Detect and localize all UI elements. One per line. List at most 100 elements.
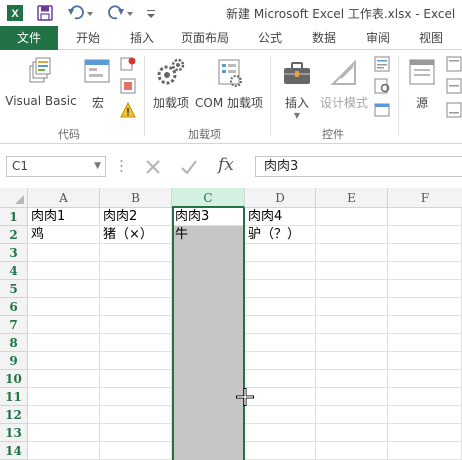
column-header-f[interactable]: F xyxy=(388,188,462,208)
insert-controls-button[interactable]: 插入 ▼ xyxy=(276,56,318,121)
undo-icon[interactable] xyxy=(66,4,96,22)
cell-a2[interactable]: 鸡 xyxy=(28,226,100,244)
cell-e13[interactable] xyxy=(316,424,388,442)
column-header-e[interactable]: E xyxy=(316,188,388,208)
row-header-8[interactable]: 8 xyxy=(0,334,28,352)
row-header-4[interactable]: 4 xyxy=(0,262,28,280)
cell-a8[interactable] xyxy=(28,334,100,352)
tab-data[interactable]: 数据 xyxy=(300,26,348,50)
design-mode-button[interactable]: 设计模式 xyxy=(318,56,370,111)
row-header-11[interactable]: 11 xyxy=(0,388,28,406)
cell-a11[interactable] xyxy=(28,388,100,406)
cell-d2[interactable]: 驴（？） xyxy=(245,226,316,244)
cell-a14[interactable] xyxy=(28,442,100,460)
cell-e7[interactable] xyxy=(316,316,388,334)
tab-review[interactable]: 审阅 xyxy=(354,26,402,50)
run-dialog-icon[interactable] xyxy=(374,102,390,118)
cell-f11[interactable] xyxy=(388,388,462,406)
cell-f8[interactable] xyxy=(388,334,462,352)
cell-d13[interactable] xyxy=(245,424,316,442)
cell-d11[interactable] xyxy=(245,388,316,406)
redo-icon[interactable] xyxy=(106,4,136,22)
cell-c10[interactable] xyxy=(172,370,245,388)
cell-a9[interactable] xyxy=(28,352,100,370)
cell-a6[interactable] xyxy=(28,298,100,316)
row-header-13[interactable]: 13 xyxy=(0,424,28,442)
cell-b14[interactable] xyxy=(100,442,172,460)
enter-check-icon[interactable] xyxy=(180,158,198,176)
customize-quick-access-icon[interactable] xyxy=(144,4,158,22)
cell-d8[interactable] xyxy=(245,334,316,352)
cell-d4[interactable] xyxy=(245,262,316,280)
cell-f4[interactable] xyxy=(388,262,462,280)
cell-b1[interactable]: 肉肉2 xyxy=(100,208,172,226)
cell-f5[interactable] xyxy=(388,280,462,298)
cell-d10[interactable] xyxy=(245,370,316,388)
tab-page-layout[interactable]: 页面布局 xyxy=(172,26,238,50)
row-header-9[interactable]: 9 xyxy=(0,352,28,370)
cell-a10[interactable] xyxy=(28,370,100,388)
cell-a13[interactable] xyxy=(28,424,100,442)
cell-b4[interactable] xyxy=(100,262,172,280)
row-header-6[interactable]: 6 xyxy=(0,298,28,316)
cell-c7[interactable] xyxy=(172,316,245,334)
refresh-data-icon[interactable] xyxy=(446,102,462,118)
cell-b3[interactable] xyxy=(100,244,172,262)
cell-a3[interactable] xyxy=(28,244,100,262)
cell-c5[interactable] xyxy=(172,280,245,298)
row-header-10[interactable]: 10 xyxy=(0,370,28,388)
cell-d14[interactable] xyxy=(245,442,316,460)
cell-e2[interactable] xyxy=(316,226,388,244)
expansion-packs-icon[interactable] xyxy=(446,78,462,94)
cell-d9[interactable] xyxy=(245,352,316,370)
cell-f13[interactable] xyxy=(388,424,462,442)
cell-c3[interactable] xyxy=(172,244,245,262)
cell-c8[interactable] xyxy=(172,334,245,352)
row-header-3[interactable]: 3 xyxy=(0,244,28,262)
tab-file[interactable]: 文件 xyxy=(0,26,58,50)
tab-formulas[interactable]: 公式 xyxy=(246,26,294,50)
column-header-b[interactable]: B xyxy=(100,188,172,208)
cell-f12[interactable] xyxy=(388,406,462,424)
row-header-2[interactable]: 2 xyxy=(0,226,28,244)
cell-e14[interactable] xyxy=(316,442,388,460)
row-header-1[interactable]: 1 xyxy=(0,208,28,226)
cell-d12[interactable] xyxy=(245,406,316,424)
cell-e12[interactable] xyxy=(316,406,388,424)
cancel-icon[interactable] xyxy=(144,158,162,176)
cell-e3[interactable] xyxy=(316,244,388,262)
cell-c12[interactable] xyxy=(172,406,245,424)
cell-c13[interactable] xyxy=(172,424,245,442)
save-icon[interactable] xyxy=(36,4,54,22)
insert-function-icon[interactable]: fx xyxy=(218,155,234,175)
name-box[interactable]: C1 ▼ xyxy=(6,156,106,177)
row-header-5[interactable]: 5 xyxy=(0,280,28,298)
addins-button[interactable]: 加载项 xyxy=(148,56,194,111)
row-header-12[interactable]: 12 xyxy=(0,406,28,424)
tab-home[interactable]: 开始 xyxy=(64,26,112,50)
cell-e1[interactable] xyxy=(316,208,388,226)
cell-f10[interactable] xyxy=(388,370,462,388)
cell-d3[interactable] xyxy=(245,244,316,262)
cell-b8[interactable] xyxy=(100,334,172,352)
view-code-icon[interactable] xyxy=(374,78,390,94)
cell-d6[interactable] xyxy=(245,298,316,316)
row-header-7[interactable]: 7 xyxy=(0,316,28,334)
cell-d5[interactable] xyxy=(245,280,316,298)
cell-c2[interactable]: 牛 xyxy=(172,226,245,244)
cell-f6[interactable] xyxy=(388,298,462,316)
cell-f3[interactable] xyxy=(388,244,462,262)
cell-c11[interactable] xyxy=(172,388,245,406)
cell-d1[interactable]: 肉肉4 xyxy=(245,208,316,226)
column-header-c[interactable]: C xyxy=(172,188,245,208)
com-addins-button[interactable]: COM 加载项 xyxy=(192,56,266,111)
cell-b7[interactable] xyxy=(100,316,172,334)
cell-f1[interactable] xyxy=(388,208,462,226)
row-header-14[interactable]: 14 xyxy=(0,442,28,460)
cell-c6[interactable] xyxy=(172,298,245,316)
cell-b2[interactable]: 猪（×） xyxy=(100,226,172,244)
cell-b9[interactable] xyxy=(100,352,172,370)
cell-e9[interactable] xyxy=(316,352,388,370)
tab-insert[interactable]: 插入 xyxy=(118,26,166,50)
xml-source-button[interactable]: 源 xyxy=(404,56,440,111)
